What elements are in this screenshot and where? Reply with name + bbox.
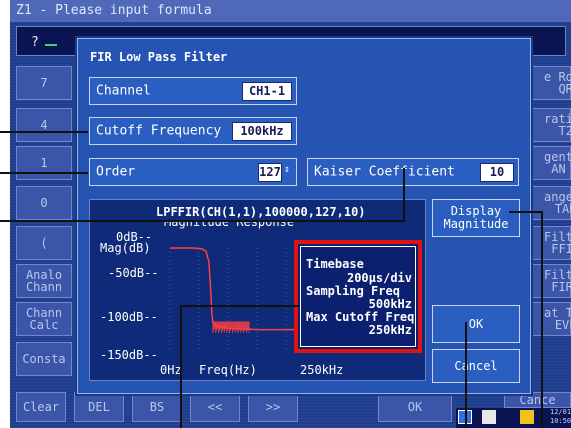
max-cutoff-value: 250kHz <box>368 323 412 337</box>
channel-label: Channel <box>96 83 151 99</box>
key-4[interactable]: 4 <box>16 108 72 142</box>
timebase-label: Timebase <box>306 257 364 271</box>
key-open-paren[interactable]: ( <box>16 226 72 260</box>
order-value[interactable]: 127 <box>258 163 282 182</box>
key-label: >> <box>265 400 281 414</box>
timebase-info-highlight: Timebase 200µs/div Sampling Freq 500kHz … <box>294 240 422 353</box>
max-cutoff-label: Max Cutoff Freq <box>306 310 415 324</box>
analog-channel-button[interactable]: Analo Chann <box>16 264 72 298</box>
key-label: gent AN <box>544 150 571 176</box>
text-cursor <box>44 44 57 46</box>
constant-button[interactable]: Consta <box>16 342 72 376</box>
callout-line-order <box>0 172 88 174</box>
cutoff-frequency-label: Cutoff Frequency <box>96 123 222 139</box>
channel-field[interactable]: Channel CH1-1 <box>89 77 297 105</box>
callout-line-cutoff <box>0 131 88 133</box>
cutoff-frequency-value[interactable]: 100kHz <box>232 122 292 141</box>
order-field[interactable]: Order 127 ⇕ <box>89 158 297 186</box>
cursor-right-button[interactable]: >> <box>248 392 298 422</box>
callout-line-display-h <box>509 211 543 213</box>
key-label: ration T2 <box>544 112 571 138</box>
key-label: Consta <box>22 352 66 366</box>
callout-line-kaiser <box>0 220 405 222</box>
order-label: Order <box>96 164 136 180</box>
cutoff-frequency-field[interactable]: Cutoff Frequency 100kHz <box>89 117 297 145</box>
clock-time: 10:50:3 <box>550 417 571 425</box>
key-label: 1 <box>40 156 48 170</box>
spin-icon[interactable]: ⇕ <box>284 164 290 175</box>
clear-button[interactable]: Clear <box>16 392 66 422</box>
channel-calc-button[interactable]: Chann Calc <box>16 302 72 336</box>
key-label: Chann Calc <box>25 306 63 332</box>
info-panel: Timebase 200µs/div Sampling Freq 500kHz … <box>300 246 416 347</box>
app-screen: Z1 - Please input formula ? 7 4 1 0 ( An… <box>10 0 571 428</box>
timebase-value: 200µs/div <box>346 271 412 285</box>
sampling-freq-value: 500kHz <box>368 297 412 311</box>
key-label: angent TAN <box>544 190 571 216</box>
del-button[interactable]: DEL <box>74 392 124 422</box>
cancel-button[interactable]: Cancel <box>432 349 520 383</box>
callout-line-info-h <box>180 305 300 307</box>
key-label: at Time EVEL <box>544 306 571 332</box>
kaiser-coefficient-value[interactable]: 10 <box>480 163 514 182</box>
key-label: OK <box>407 400 423 414</box>
formula-value: ? <box>31 35 39 50</box>
dialog-title: FIR Low Pass Filter <box>90 50 228 64</box>
key-label: Filter FFIR <box>544 230 571 256</box>
key-label: 4 <box>40 118 48 132</box>
key-label: << <box>207 400 223 414</box>
callout-line-info-v <box>180 305 182 428</box>
clock: 12/01/2 10:50:3 <box>550 408 571 426</box>
bottom-cancel-button[interactable]: Cance <box>504 392 571 408</box>
memory-icon <box>482 410 496 424</box>
status-bar: 12/01/2 10:50:3 <box>456 408 571 428</box>
key-label: Filte FIR <box>544 268 571 294</box>
kaiser-coefficient-label: Kaiser Coefficient <box>314 164 455 180</box>
key-label: Analo Chann <box>25 268 63 294</box>
key-0[interactable]: 0 <box>16 186 72 220</box>
key-label: Clear <box>22 400 60 414</box>
bottom-ok-button[interactable]: OK <box>378 392 452 422</box>
sampling-freq-label: Sampling Freq <box>306 284 400 298</box>
key-label: 7 <box>40 76 48 90</box>
window-title: Z1 - Please input formula <box>10 0 571 22</box>
clock-date: 12/01/2 <box>550 408 571 416</box>
bs-button[interactable]: BS <box>132 392 182 422</box>
kaiser-coefficient-field[interactable]: Kaiser Coefficient 10 <box>307 158 519 186</box>
key-7[interactable]: 7 <box>16 66 72 100</box>
key-label: DEL <box>88 400 110 414</box>
channel-value[interactable]: CH1-1 <box>242 82 292 101</box>
usb-icon <box>520 410 534 424</box>
key-label: e Root QR <box>544 70 571 96</box>
display-magnitude-button[interactable]: Display Magnitude <box>432 199 520 237</box>
callout-line-display-v <box>541 211 543 428</box>
callout-line-ok <box>465 322 467 428</box>
callout-line-kaiser-v <box>403 168 405 222</box>
key-label: ( <box>40 236 48 250</box>
key-label: BS <box>149 400 165 414</box>
key-1[interactable]: 1 <box>16 146 72 180</box>
key-label: 0 <box>40 196 48 210</box>
cursor-left-button[interactable]: << <box>190 392 240 422</box>
ok-button[interactable]: OK <box>432 305 520 343</box>
key-label: Cance <box>519 393 556 407</box>
